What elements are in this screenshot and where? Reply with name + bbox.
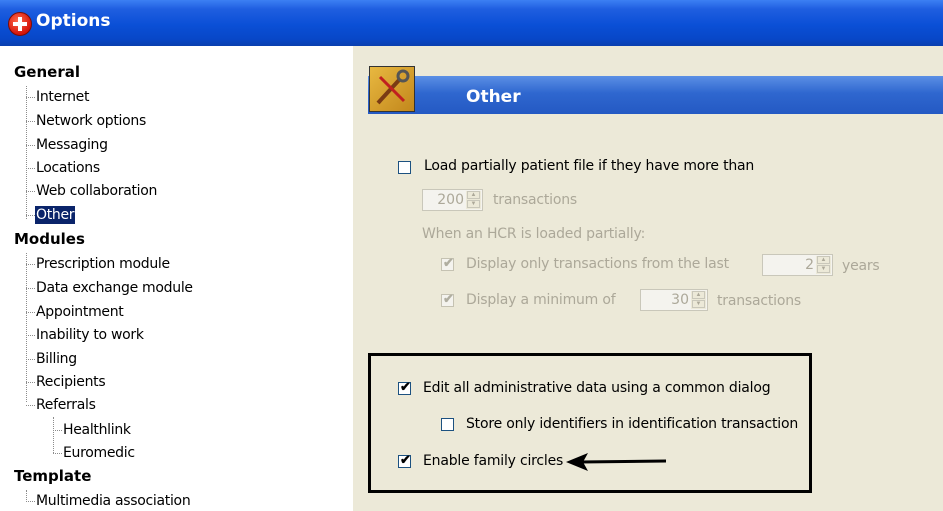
tree-item-billing[interactable]: Billing xyxy=(36,350,77,368)
tree-item-messaging[interactable]: Messaging xyxy=(36,136,108,154)
tree-group-general[interactable]: General xyxy=(14,63,80,81)
tree-item-data-exchange-module[interactable]: Data exchange module xyxy=(36,279,193,297)
tree-tick xyxy=(26,312,35,313)
tree-item-other[interactable]: Other xyxy=(35,206,76,224)
tree-tick xyxy=(26,382,35,383)
display-min-checkbox: ✔ xyxy=(441,291,454,307)
tree-tick xyxy=(26,121,35,122)
spin-down-icon: ▼ xyxy=(817,265,830,273)
display-min-label: Display a minimum of xyxy=(466,292,616,308)
tree-item-recipients[interactable]: Recipients xyxy=(36,373,106,391)
tree-item-multimedia-association[interactable]: Multimedia association xyxy=(36,492,191,510)
spin-down-icon: ▼ xyxy=(692,300,705,308)
tree-tick xyxy=(26,501,35,502)
tree-tick xyxy=(53,453,62,454)
tree-tick xyxy=(26,359,35,360)
tree-tick xyxy=(26,168,35,169)
tree-tick xyxy=(26,215,35,216)
tree-connector xyxy=(26,86,27,219)
tree-tick xyxy=(26,191,35,192)
tree-tick xyxy=(26,97,35,98)
transactions-value: 200 xyxy=(437,192,464,208)
years-value: 2 xyxy=(805,257,814,273)
window-title: Options xyxy=(36,11,111,31)
tree-item-internet[interactable]: Internet xyxy=(36,88,90,106)
partial-heading: When an HCR is loaded partially: xyxy=(422,226,646,242)
tree-item-locations[interactable]: Locations xyxy=(36,159,100,177)
display-last-checkbox: ✔ xyxy=(441,255,454,271)
tree-tick xyxy=(26,405,35,406)
tree-connector xyxy=(53,417,54,453)
years-unit: years xyxy=(842,258,880,274)
tree-tick xyxy=(26,145,35,146)
transactions-unit: transactions xyxy=(493,192,577,208)
tree-item-web-collaboration[interactable]: Web collaboration xyxy=(36,182,157,200)
tree-tick xyxy=(26,288,35,289)
tree-tick xyxy=(53,430,62,431)
tree-item-inability-to-work[interactable]: Inability to work xyxy=(36,326,144,344)
spin-up-icon: ▲ xyxy=(692,291,705,299)
tree-item-appointment[interactable]: Appointment xyxy=(36,303,124,321)
red-cross-icon xyxy=(8,12,32,36)
check-icon: ✔ xyxy=(443,291,454,306)
spin-up-icon: ▲ xyxy=(467,191,480,199)
minimum-value: 30 xyxy=(671,292,689,308)
options-window: Options General Internet Network options… xyxy=(0,0,943,511)
title-bar[interactable]: Options xyxy=(0,0,943,46)
display-last-label: Display only transactions from the last xyxy=(466,256,729,272)
load-partial-label: Load partially patient file if they have… xyxy=(424,158,755,174)
tree-connector xyxy=(26,253,27,402)
tree-group-template[interactable]: Template xyxy=(14,467,91,485)
section-banner xyxy=(368,76,943,114)
years-spinner: 2 ▲ ▼ xyxy=(762,254,833,276)
tools-icon xyxy=(369,66,415,112)
transactions-spinner: 200 ▲ ▼ xyxy=(422,189,483,211)
spin-up-icon: ▲ xyxy=(817,256,830,264)
check-icon: ✔ xyxy=(443,255,454,270)
tree-group-modules[interactable]: Modules xyxy=(14,230,85,248)
tree-tick xyxy=(26,335,35,336)
minimum-spinner: 30 ▲ ▼ xyxy=(640,289,708,311)
tree-item-euromedic[interactable]: Euromedic xyxy=(63,444,135,462)
minimum-unit: transactions xyxy=(717,293,801,309)
tree-item-network-options[interactable]: Network options xyxy=(36,112,146,130)
options-tree: General Internet Network options Messagi… xyxy=(0,46,353,511)
tree-item-referrals[interactable]: Referrals xyxy=(36,396,96,414)
highlight-shadow xyxy=(368,353,805,356)
section-title: Other xyxy=(466,87,521,107)
pointer-arrow-icon xyxy=(566,453,667,471)
spin-down-icon: ▼ xyxy=(467,200,480,208)
tree-tick xyxy=(26,264,35,265)
load-partial-checkbox[interactable] xyxy=(398,161,411,174)
tree-item-healthlink[interactable]: Healthlink xyxy=(63,421,131,439)
tree-item-prescription-module[interactable]: Prescription module xyxy=(36,255,170,273)
